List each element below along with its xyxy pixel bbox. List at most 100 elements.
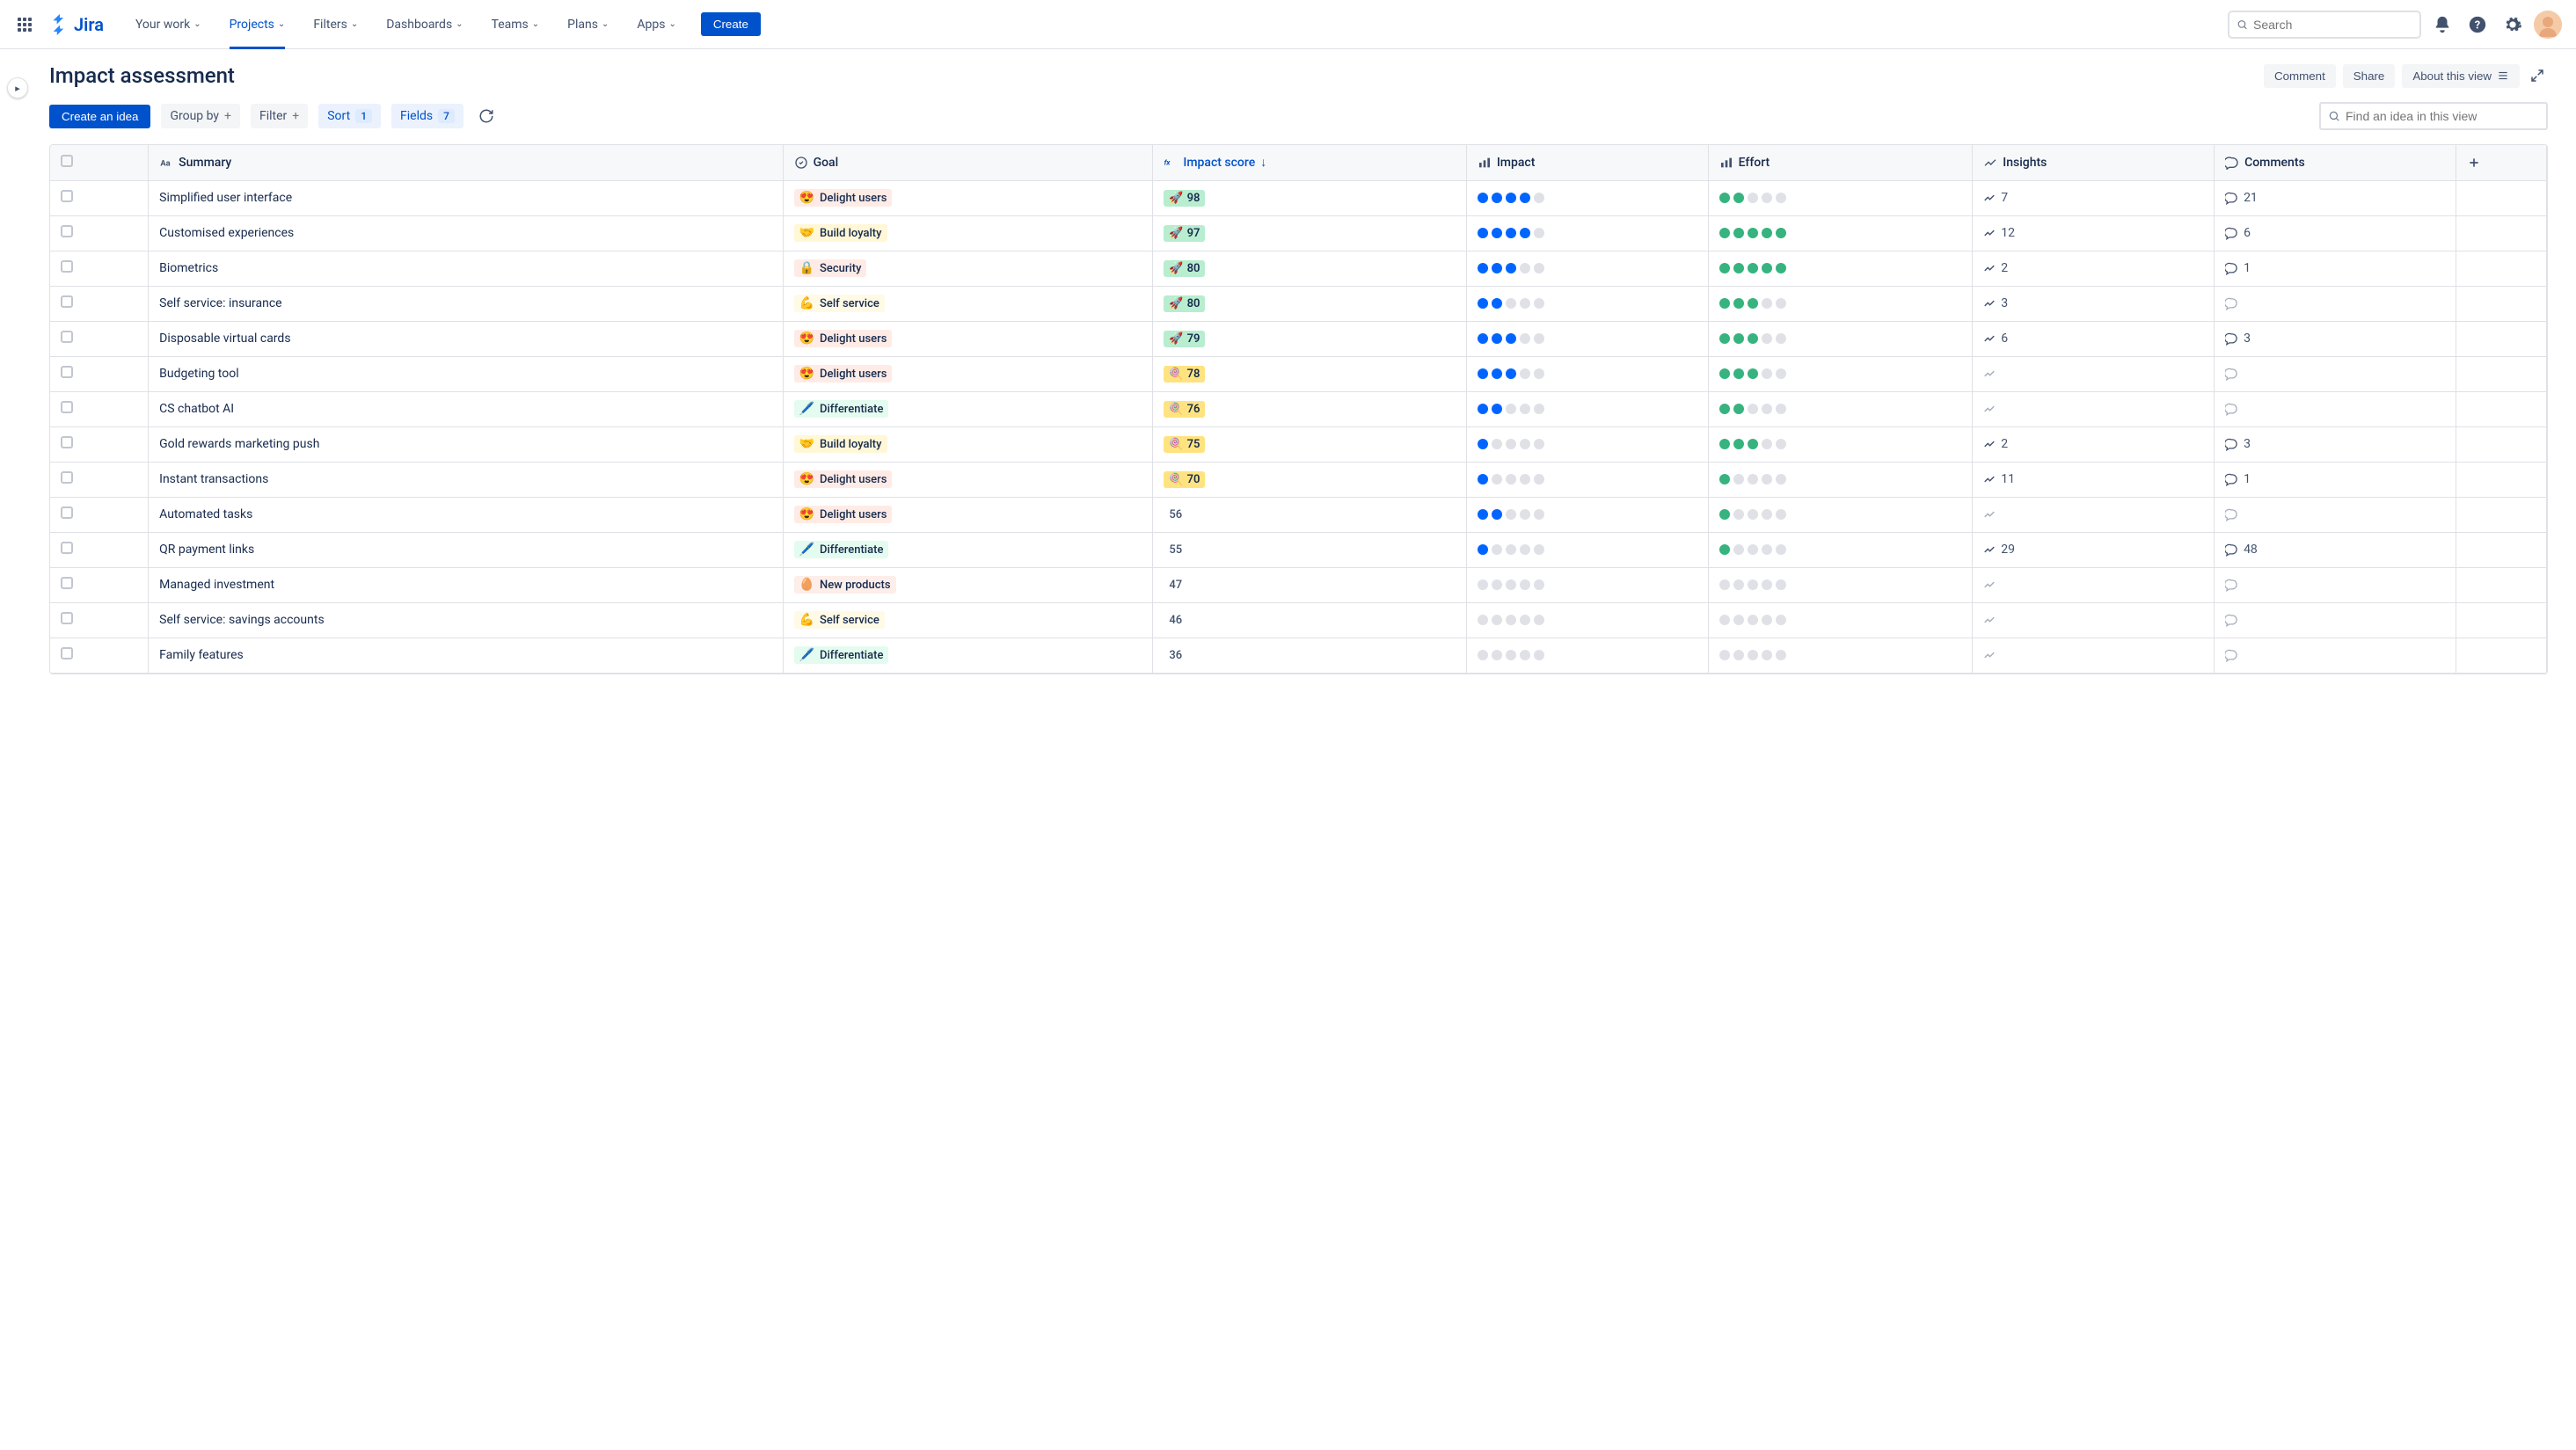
row-checkbox[interactable] (50, 462, 149, 497)
sort-chip[interactable]: Sort1 (318, 104, 381, 128)
goal-cell[interactable]: 🖊️Differentiate (783, 532, 1153, 567)
find-idea-box[interactable] (2319, 102, 2548, 130)
rating-dots[interactable] (1478, 228, 1697, 238)
effort-cell[interactable] (1708, 180, 1973, 215)
table-row[interactable]: Self service: insurance 💪Self service 🚀8… (50, 286, 2547, 321)
impact-score-cell[interactable]: 36 (1153, 638, 1466, 673)
summary-cell[interactable]: CS chatbot AI (149, 391, 783, 426)
app-switcher-icon[interactable] (14, 14, 35, 35)
nav-item-your-work[interactable]: Your work⌄ (128, 0, 208, 49)
goal-cell[interactable]: 🤝Build loyalty (783, 215, 1153, 251)
rating-dots[interactable] (1478, 579, 1697, 590)
row-checkbox[interactable] (50, 180, 149, 215)
goal-cell[interactable]: 😍Delight users (783, 497, 1153, 532)
rating-dots[interactable] (1478, 615, 1697, 625)
summary-cell[interactable]: Simplified user interface (149, 180, 783, 215)
row-checkbox[interactable] (50, 567, 149, 602)
insights-cell[interactable]: 6 (1973, 321, 2215, 356)
comments-cell[interactable] (2215, 602, 2456, 638)
insights-cell[interactable]: 29 (1973, 532, 2215, 567)
summary-cell[interactable]: Budgeting tool (149, 356, 783, 391)
effort-cell[interactable] (1708, 638, 1973, 673)
impact-header[interactable]: Impact (1466, 145, 1708, 180)
summary-cell[interactable]: Instant transactions (149, 462, 783, 497)
effort-cell[interactable] (1708, 532, 1973, 567)
goal-cell[interactable]: 🖊️Differentiate (783, 638, 1153, 673)
impact-cell[interactable] (1466, 356, 1708, 391)
comment-button[interactable]: Comment (2264, 64, 2336, 88)
effort-cell[interactable] (1708, 321, 1973, 356)
rating-dots[interactable] (1478, 509, 1697, 520)
summary-cell[interactable]: Self service: insurance (149, 286, 783, 321)
row-checkbox[interactable] (50, 251, 149, 286)
impact-score-cell[interactable]: 🚀80 (1153, 286, 1466, 321)
impact-cell[interactable] (1466, 215, 1708, 251)
nav-item-apps[interactable]: Apps⌄ (630, 0, 682, 49)
nav-item-filters[interactable]: Filters⌄ (306, 0, 365, 49)
comments-cell[interactable] (2215, 356, 2456, 391)
row-checkbox[interactable] (50, 532, 149, 567)
summary-cell[interactable]: Self service: savings accounts (149, 602, 783, 638)
add-column-button[interactable] (2456, 145, 2546, 180)
comments-cell[interactable]: 48 (2215, 532, 2456, 567)
comments-cell[interactable] (2215, 497, 2456, 532)
summary-header[interactable]: AaSummary (149, 145, 783, 180)
goal-cell[interactable]: 😍Delight users (783, 180, 1153, 215)
table-row[interactable]: Disposable virtual cards 😍Delight users … (50, 321, 2547, 356)
insights-cell[interactable] (1973, 497, 2215, 532)
rating-dots[interactable] (1719, 193, 1962, 203)
impact-score-cell[interactable]: 🍭70 (1153, 462, 1466, 497)
comments-cell[interactable] (2215, 391, 2456, 426)
rating-dots[interactable] (1478, 404, 1697, 414)
effort-cell[interactable] (1708, 286, 1973, 321)
row-checkbox[interactable] (50, 391, 149, 426)
effort-header[interactable]: Effort (1708, 145, 1973, 180)
summary-cell[interactable]: QR payment links (149, 532, 783, 567)
table-row[interactable]: Self service: savings accounts 💪Self ser… (50, 602, 2547, 638)
impact-score-header[interactable]: fxImpact score↓ (1153, 145, 1466, 180)
insights-cell[interactable] (1973, 602, 2215, 638)
rating-dots[interactable] (1478, 650, 1697, 660)
rating-dots[interactable] (1719, 474, 1962, 485)
impact-score-cell[interactable]: 🚀98 (1153, 180, 1466, 215)
impact-cell[interactable] (1466, 286, 1708, 321)
rating-dots[interactable] (1719, 228, 1962, 238)
table-row[interactable]: Gold rewards marketing push 🤝Build loyal… (50, 426, 2547, 462)
insights-cell[interactable] (1973, 638, 2215, 673)
insights-cell[interactable] (1973, 356, 2215, 391)
effort-cell[interactable] (1708, 215, 1973, 251)
impact-score-cell[interactable]: 56 (1153, 497, 1466, 532)
nav-item-projects[interactable]: Projects⌄ (223, 0, 293, 49)
row-checkbox[interactable] (50, 215, 149, 251)
impact-score-cell[interactable]: 55 (1153, 532, 1466, 567)
rating-dots[interactable] (1719, 333, 1962, 344)
effort-cell[interactable] (1708, 602, 1973, 638)
row-checkbox[interactable] (50, 356, 149, 391)
goal-cell[interactable]: 💪Self service (783, 602, 1153, 638)
table-row[interactable]: Budgeting tool 😍Delight users 🍭78 (50, 356, 2547, 391)
goal-cell[interactable]: 💪Self service (783, 286, 1153, 321)
settings-icon[interactable] (2499, 11, 2527, 39)
row-checkbox[interactable] (50, 602, 149, 638)
table-row[interactable]: QR payment links 🖊️Differentiate 55 29 4… (50, 532, 2547, 567)
autosave-icon[interactable] (474, 104, 499, 128)
table-row[interactable]: Automated tasks 😍Delight users 56 (50, 497, 2547, 532)
table-row[interactable]: Customised experiences 🤝Build loyalty 🚀9… (50, 215, 2547, 251)
impact-score-cell[interactable]: 🍭76 (1153, 391, 1466, 426)
impact-score-cell[interactable]: 🍭78 (1153, 356, 1466, 391)
table-row[interactable]: CS chatbot AI 🖊️Differentiate 🍭76 (50, 391, 2547, 426)
rating-dots[interactable] (1478, 474, 1697, 485)
jira-logo[interactable]: Jira (49, 14, 104, 35)
impact-score-cell[interactable]: 🚀80 (1153, 251, 1466, 286)
create-idea-button[interactable]: Create an idea (49, 105, 150, 128)
goal-cell[interactable]: 😍Delight users (783, 462, 1153, 497)
effort-cell[interactable] (1708, 251, 1973, 286)
impact-cell[interactable] (1466, 602, 1708, 638)
impact-score-cell[interactable]: 47 (1153, 567, 1466, 602)
goal-cell[interactable]: 😍Delight users (783, 321, 1153, 356)
table-row[interactable]: Family features 🖊️Differentiate 36 (50, 638, 2547, 673)
impact-cell[interactable] (1466, 180, 1708, 215)
summary-cell[interactable]: Automated tasks (149, 497, 783, 532)
impact-cell[interactable] (1466, 391, 1708, 426)
effort-cell[interactable] (1708, 462, 1973, 497)
